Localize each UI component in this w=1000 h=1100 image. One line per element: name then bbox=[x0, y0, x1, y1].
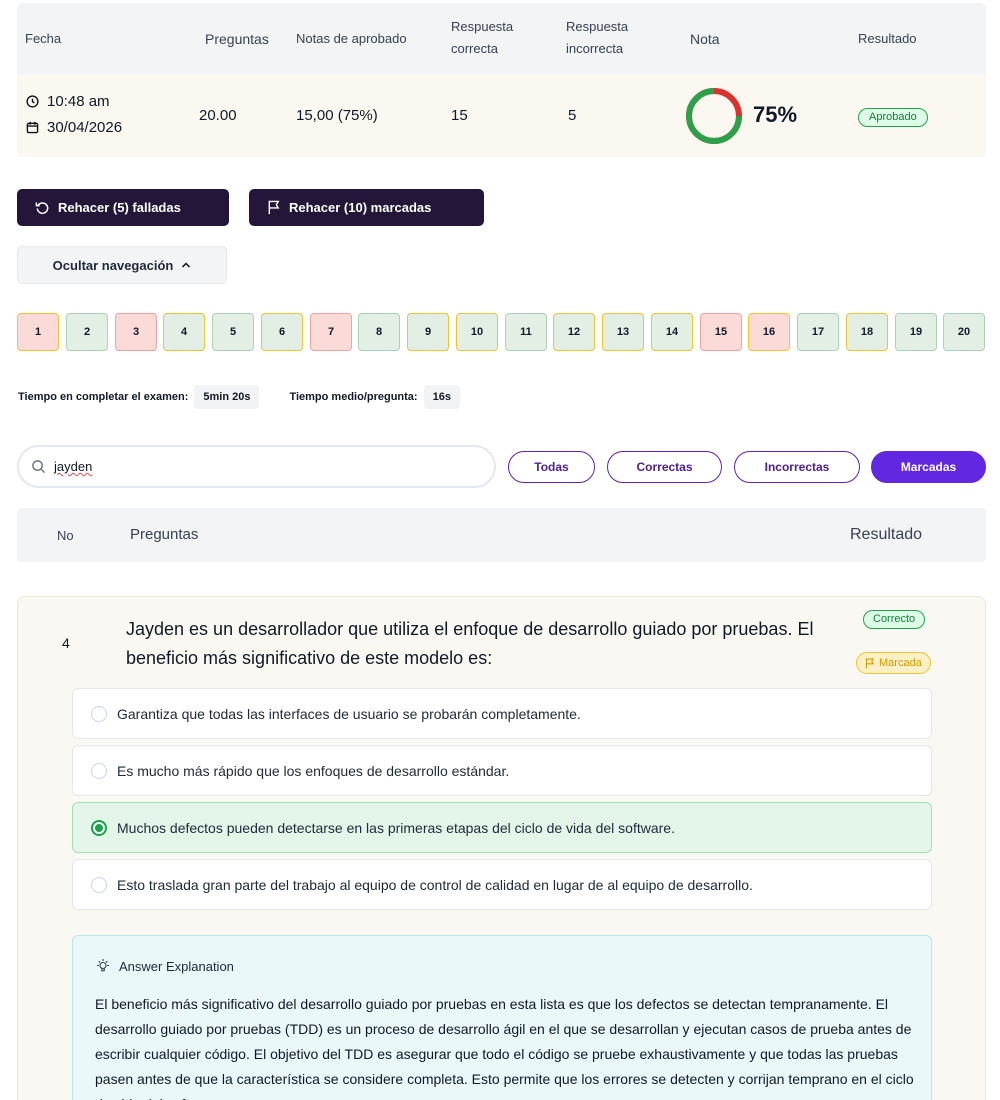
question-text: Jayden es un desarrollador que utiliza e… bbox=[126, 619, 814, 668]
exam-summary-table: Fecha Preguntas Notas de aprobado Respue… bbox=[17, 3, 986, 157]
question-card: 4 Jayden es un desarrollador que utiliza… bbox=[17, 596, 986, 1100]
question-nav-18[interactable]: 18 bbox=[846, 313, 888, 351]
score-donut bbox=[686, 88, 742, 144]
avg-time-label: Tiempo medio/pregunta: bbox=[289, 391, 418, 403]
question-nav-17[interactable]: 17 bbox=[797, 313, 839, 351]
marked-badge-label: Marcada bbox=[879, 657, 922, 669]
question-nav-15[interactable]: 15 bbox=[700, 313, 742, 351]
clock-icon bbox=[26, 95, 39, 108]
header-respuesta-incorrecta: Respuesta incorrecta bbox=[566, 19, 629, 56]
radio-button-selected[interactable] bbox=[91, 819, 107, 836]
radio-button[interactable] bbox=[91, 876, 107, 893]
correct-badge: Correcto bbox=[863, 610, 926, 629]
question-nav-8[interactable]: 8 bbox=[358, 313, 400, 351]
retry-failed-label: Rehacer (5) falladas bbox=[58, 200, 181, 215]
total-time-label: Tiempo en completar el examen: bbox=[18, 391, 189, 403]
explanation-title: Answer Explanation bbox=[119, 958, 234, 974]
radio-button[interactable] bbox=[91, 762, 107, 779]
col-resultado: Resultado bbox=[850, 526, 923, 543]
question-nav-10[interactable]: 10 bbox=[456, 313, 498, 351]
filter-marcadas[interactable]: Marcadas bbox=[871, 451, 986, 483]
col-no: No bbox=[57, 528, 74, 543]
question-nav-4[interactable]: 4 bbox=[163, 313, 205, 351]
answer-option[interactable]: Esto traslada gran parte del trabajo al … bbox=[72, 859, 932, 910]
score-percent: 75% bbox=[753, 102, 798, 127]
retry-marked-button[interactable]: Rehacer (10) marcadas bbox=[249, 189, 484, 226]
exam-time: 10:48 am bbox=[47, 93, 110, 110]
question-list-header: No Preguntas Resultado bbox=[17, 508, 986, 562]
filter-incorrectas[interactable]: Incorrectas bbox=[734, 451, 860, 483]
summary-data-row: 10:48 am 30/04/2026 20.00 15,00 (75%) 15… bbox=[17, 75, 986, 157]
marked-badge: Marcada bbox=[856, 652, 931, 674]
answer-option-text: Esto traslada gran parte del trabajo al … bbox=[117, 876, 753, 893]
filter-todas[interactable]: Todas bbox=[508, 451, 595, 483]
answer-option-selected[interactable]: Muchos defectos pueden detectarse en las… bbox=[72, 802, 932, 853]
question-nav-9[interactable]: 9 bbox=[407, 313, 449, 351]
question-nav-2[interactable]: 2 bbox=[66, 313, 108, 351]
question-nav-20[interactable]: 20 bbox=[943, 313, 985, 351]
question-nav-14[interactable]: 14 bbox=[651, 313, 693, 351]
preguntas-value: 20.00 bbox=[199, 107, 237, 124]
filter-correctas[interactable]: Correctas bbox=[607, 451, 722, 483]
header-resultado: Resultado bbox=[858, 31, 917, 46]
correctas-value: 15 bbox=[451, 107, 468, 124]
header-nota: Nota bbox=[690, 31, 720, 47]
answer-option-text: Es mucho más rápido que los enfoques de … bbox=[117, 762, 510, 779]
result-badge: Aprobado bbox=[858, 108, 928, 127]
retry-marked-label: Rehacer (10) marcadas bbox=[289, 200, 432, 215]
col-preguntas: Preguntas bbox=[130, 526, 199, 543]
flag-icon bbox=[268, 200, 280, 215]
retry-failed-button[interactable]: Rehacer (5) falladas bbox=[17, 189, 229, 226]
exam-datetime: 10:48 am 30/04/2026 bbox=[26, 93, 122, 136]
header-respuesta-correcta: Respuesta correcta bbox=[451, 19, 514, 56]
question-nav-12[interactable]: 12 bbox=[553, 313, 595, 351]
answer-option-text: Muchos defectos pueden detectarse en las… bbox=[117, 819, 675, 836]
total-time-value: 5min 20s bbox=[194, 385, 260, 409]
flag-icon bbox=[866, 657, 875, 668]
retry-icon bbox=[35, 202, 49, 215]
question-nav-3[interactable]: 3 bbox=[115, 313, 157, 351]
header-notas: Notas de aprobado bbox=[296, 31, 407, 46]
answer-explanation: Answer Explanation El beneficio más sign… bbox=[72, 935, 932, 1100]
header-preguntas: Preguntas bbox=[205, 31, 269, 47]
toggle-navigation-label: Ocultar navegación bbox=[52, 257, 174, 273]
time-stats: Tiempo en completar el examen: 5min 20s … bbox=[18, 384, 490, 410]
incorrectas-value: 5 bbox=[568, 107, 577, 124]
notas-value: 15,00 (75%) bbox=[296, 107, 378, 124]
question-nav-11[interactable]: 11 bbox=[505, 313, 547, 351]
summary-header-row: Fecha Preguntas Notas de aprobado Respue… bbox=[17, 3, 986, 75]
lightbulb-icon bbox=[97, 959, 109, 972]
question-nav-5[interactable]: 5 bbox=[212, 313, 254, 351]
header-fecha: Fecha bbox=[25, 31, 62, 46]
chevron-up-icon bbox=[182, 262, 191, 268]
search-value: jayden bbox=[54, 459, 93, 474]
exam-date: 30/04/2026 bbox=[47, 119, 123, 136]
radio-button[interactable] bbox=[91, 705, 107, 722]
question-number: 4 bbox=[62, 635, 70, 651]
question-nav-7[interactable]: 7 bbox=[310, 313, 352, 351]
toggle-navigation-button[interactable]: Ocultar navegación bbox=[17, 246, 227, 284]
search-input[interactable]: jayden bbox=[17, 445, 496, 488]
question-nav-19[interactable]: 19 bbox=[895, 313, 937, 351]
question-nav-1[interactable]: 1 bbox=[17, 313, 59, 351]
answer-option-text: Garantiza que todas las interfaces de us… bbox=[117, 705, 581, 722]
question-nav-6[interactable]: 6 bbox=[261, 313, 303, 351]
search-icon bbox=[32, 460, 46, 474]
question-nav-16[interactable]: 16 bbox=[748, 313, 790, 351]
question-nav-13[interactable]: 13 bbox=[602, 313, 644, 351]
explanation-text: El beneficio más significativo del desar… bbox=[95, 996, 914, 1100]
answer-option[interactable]: Garantiza que todas las interfaces de us… bbox=[72, 688, 932, 739]
calendar-icon bbox=[26, 121, 39, 134]
question-navigation-grid: 1 2 3 4 5 6 7 8 9 10 11 12 13 14 15 16 17 18 19 20 bbox=[17, 313, 986, 351]
avg-time-value: 16s bbox=[423, 385, 460, 409]
answer-option[interactable]: Es mucho más rápido que los enfoques de … bbox=[72, 745, 932, 796]
